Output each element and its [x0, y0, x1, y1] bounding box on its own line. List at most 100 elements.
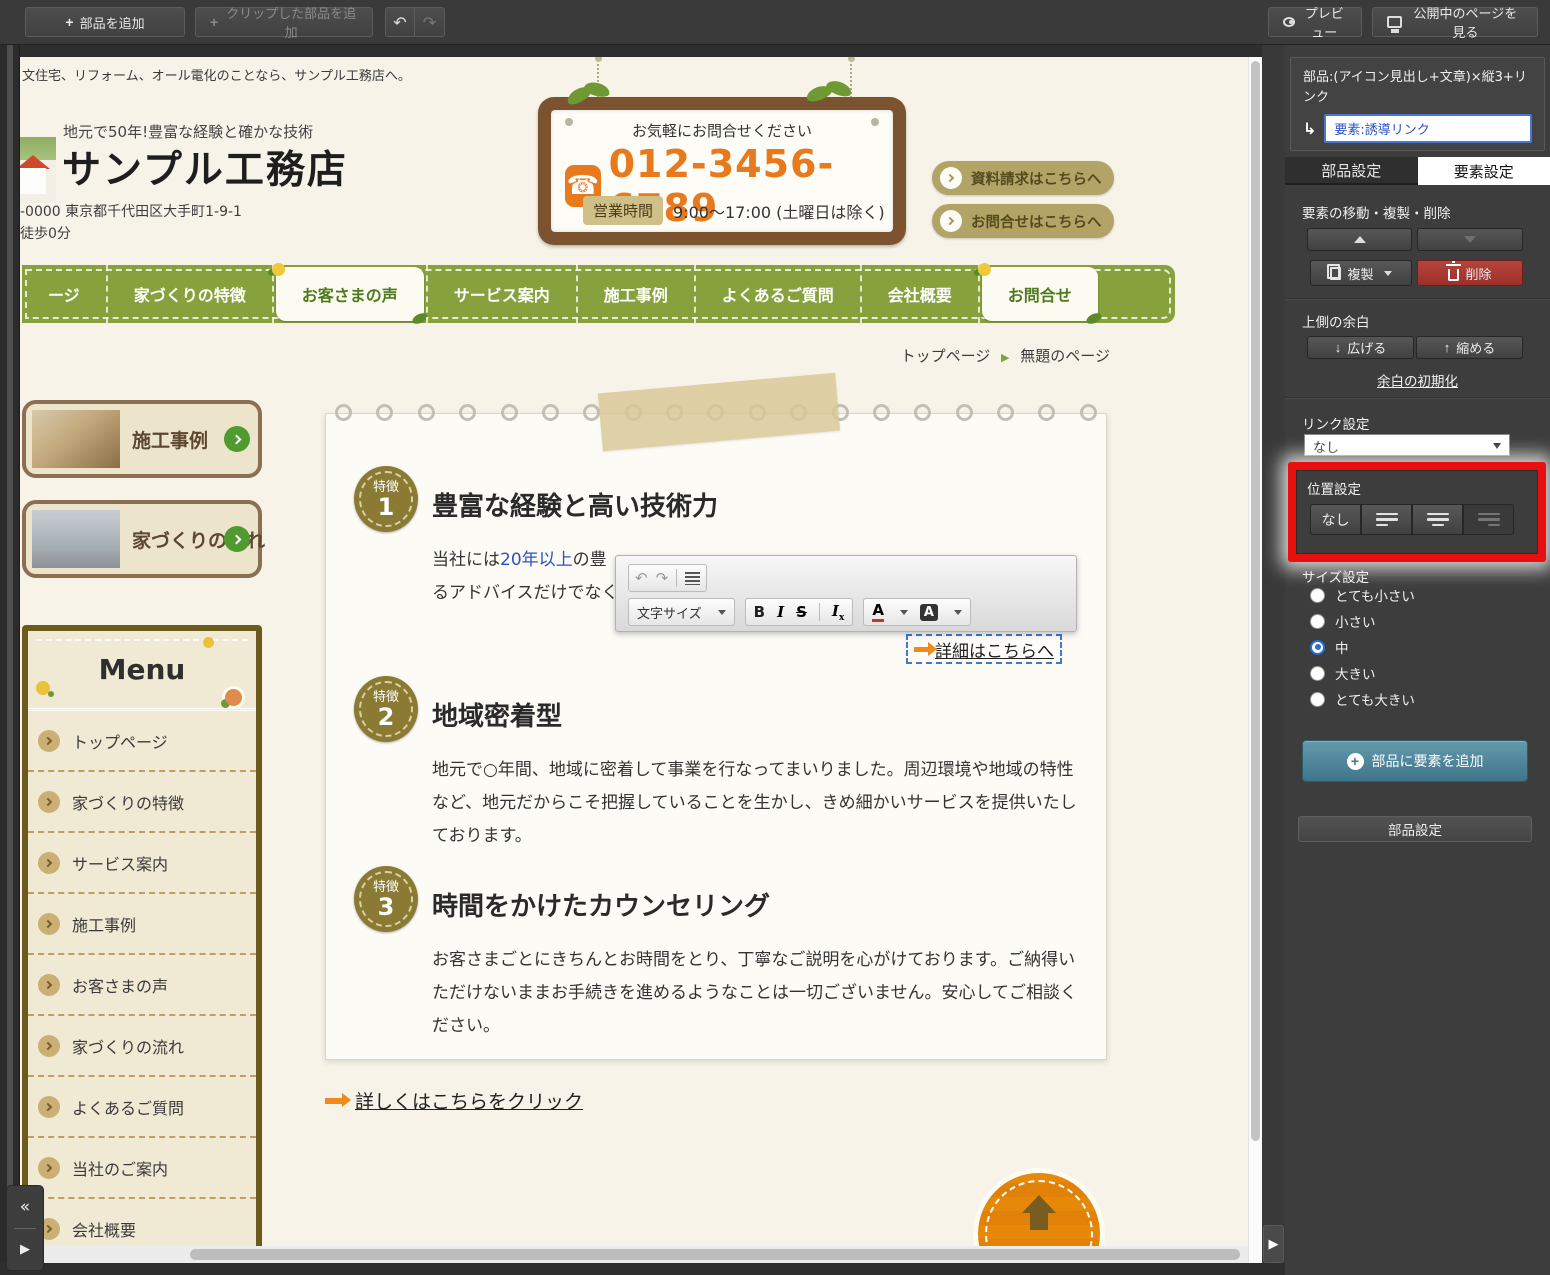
nav-item-company[interactable]: 会社概要: [862, 265, 980, 323]
site-name: サンプル工務店: [62, 139, 348, 195]
size-option-l[interactable]: 大きい: [1310, 663, 1376, 683]
add-part-button[interactable]: + 部品を追加: [25, 7, 185, 37]
leaf-icon: [1085, 311, 1103, 326]
breadcrumb-separator-icon: ▶: [995, 351, 1015, 364]
chevron-circle-icon: [38, 974, 60, 996]
selected-part-box: 部品:(アイコン見出し+文章)×縦3+リンク ↳ 要素:誘導リンク: [1290, 57, 1545, 151]
tab-part-settings[interactable]: 部品設定: [1285, 157, 1418, 185]
align-center-button[interactable]: [1412, 504, 1463, 535]
move-down-button[interactable]: [1417, 228, 1523, 251]
site-tagline: 文住宅、リフォーム、オール電化のことなら、サンプル工務店へ。: [22, 65, 411, 84]
menu-item-faq[interactable]: よくあるご質問: [28, 1077, 256, 1138]
menu-item-label: トップページ: [72, 729, 168, 753]
position-setting-highlight: 位置設定 なし: [1288, 462, 1546, 562]
align-right-button[interactable]: [1463, 504, 1514, 535]
nav-item-works[interactable]: 施工事例: [578, 265, 696, 323]
editor-undo-icon[interactable]: ↶: [635, 569, 648, 587]
plus-icon: +: [65, 14, 73, 30]
nav-item-faq[interactable]: よくあるご質問: [696, 265, 862, 323]
orange-arrow-icon: [325, 1098, 343, 1104]
contact-us-label: お問合せはこちらへ: [971, 211, 1102, 232]
canvas-right-edge: [1262, 45, 1285, 1275]
menu-item-flow[interactable]: 家づくりの流れ: [28, 1016, 256, 1077]
banner-flow[interactable]: 家づくりの流れ: [22, 500, 262, 578]
scroll-right-button[interactable]: ▶: [1263, 1225, 1284, 1263]
editor-redo-icon[interactable]: ↷: [656, 569, 669, 587]
move-up-button[interactable]: [1307, 228, 1412, 251]
size-option-s[interactable]: 小さい: [1310, 611, 1376, 631]
paragraph-format-icon[interactable]: [685, 572, 700, 585]
text-color-button[interactable]: A: [872, 602, 884, 622]
highlight-color-button[interactable]: A: [920, 604, 938, 621]
redo-icon[interactable]: ↷: [415, 7, 445, 37]
menu-item-about-us[interactable]: 当社のご案内: [28, 1138, 256, 1199]
nav-item-customer-voice[interactable]: お客さまの声: [276, 267, 424, 321]
request-docs-button[interactable]: 資料請求はこちらへ: [932, 161, 1114, 195]
delete-button[interactable]: 削除: [1417, 260, 1523, 286]
breadcrumb-home[interactable]: トップページ: [901, 347, 991, 365]
radio-icon: [1310, 588, 1325, 603]
size-option-m[interactable]: 中: [1310, 637, 1349, 657]
margin-reset-link[interactable]: 余白の初期化: [1285, 370, 1550, 390]
shrink-margin-button[interactable]: ↑ 縮める: [1416, 336, 1523, 359]
site-preview-canvas: 文住宅、リフォーム、オール電化のことなら、サンプル工務店へ。 地元で50年!豊富…: [20, 57, 1248, 1263]
remove-format-button[interactable]: Ix: [832, 602, 844, 623]
vertical-scrollbar[interactable]: [1248, 57, 1262, 1263]
contact-us-button[interactable]: お問合せはこちらへ: [932, 204, 1114, 238]
banner-works[interactable]: 施工事例: [22, 400, 262, 478]
collapse-sidebar-icon[interactable]: «: [7, 1186, 43, 1228]
settings-panel: 部品:(アイコン見出し+文章)×縦3+リンク ↳ 要素:誘導リンク 部品設定 要…: [1285, 45, 1550, 1275]
add-element-to-part-button[interactable]: + 部品に要素を追加: [1302, 740, 1528, 782]
feature-1-detail-link[interactable]: 詳細はこちらへ: [906, 634, 1062, 664]
position-none-button[interactable]: なし: [1310, 504, 1361, 535]
feature-1-inline-link[interactable]: 20年以上: [500, 550, 573, 570]
menu-item-label: お客さまの声: [72, 973, 168, 997]
editor-style-group: B I S Ix: [745, 598, 854, 626]
duplicate-button[interactable]: 複製: [1310, 260, 1412, 286]
part-settings-button[interactable]: 部品設定: [1298, 816, 1532, 842]
feature-notepad: 特徴 1 豊富な経験と高い技術力 当社には20年以上の豊 るアドバイスだけでなく…: [325, 413, 1107, 1060]
strikethrough-button[interactable]: S: [796, 603, 807, 621]
down-arrow-icon: ↓: [1335, 340, 1342, 355]
margin-section-title: 上側の余白: [1302, 311, 1370, 331]
horizontal-scrollbar-thumb[interactable]: [190, 1249, 1240, 1260]
sub-element-arrow-icon: ↳: [1303, 119, 1316, 138]
eye-icon: [1283, 17, 1295, 27]
menu-item-works[interactable]: 施工事例: [28, 894, 256, 955]
undo-icon[interactable]: ↶: [385, 7, 415, 37]
link-select[interactable]: なし: [1304, 434, 1510, 456]
link-select-value: なし: [1313, 441, 1339, 456]
expand-margin-button[interactable]: ↓ 広げる: [1307, 336, 1414, 359]
tab-element-settings[interactable]: 要素設定: [1418, 157, 1550, 185]
font-size-dropdown[interactable]: 文字サイズ: [628, 598, 735, 626]
italic-button[interactable]: I: [777, 603, 784, 621]
vertical-scrollbar-thumb[interactable]: [1251, 61, 1260, 1141]
align-left-button[interactable]: [1361, 504, 1412, 535]
bold-button[interactable]: B: [754, 603, 765, 621]
align-center-icon: [1427, 513, 1449, 527]
preview-button[interactable]: プレビュー: [1268, 7, 1362, 37]
size-option-xs[interactable]: とても小さい: [1310, 585, 1415, 605]
banner-works-label: 施工事例: [132, 426, 208, 453]
more-details-link[interactable]: 詳しくはこちらをクリック: [325, 1087, 583, 1114]
view-published-button[interactable]: 公開中のページを見る: [1372, 7, 1538, 37]
menu-item-services[interactable]: サービス案内: [28, 833, 256, 894]
up-arrow-icon: ↑: [1444, 340, 1451, 355]
add-clipped-part-button[interactable]: + クリップした部品を追加: [195, 7, 373, 37]
feature-2-body: 地元で○年間、地域に密着して事業を行なってまいりました。周辺環境や地域の特性など…: [432, 754, 1084, 853]
nav-item-features[interactable]: 家づくりの特徴: [108, 265, 274, 323]
nav-item-services[interactable]: サービス案内: [426, 265, 578, 323]
horizontal-scrollbar[interactable]: [20, 1246, 1248, 1263]
size-option-xl[interactable]: とても大きい: [1310, 689, 1415, 709]
up-triangle-icon: [1354, 236, 1366, 243]
nav-item-top-page[interactable]: ージ: [22, 265, 108, 323]
menu-item-top-page[interactable]: トップページ: [28, 711, 256, 772]
copy-icon: [1330, 267, 1341, 280]
menu-item-customer-voice[interactable]: お客さまの声: [28, 955, 256, 1016]
add-clipped-part-label: クリップした部品を追加: [224, 3, 358, 41]
size-option-label: 中: [1335, 637, 1349, 657]
nav-item-contact[interactable]: お問合せ: [982, 267, 1098, 321]
play-icon[interactable]: ▶: [7, 1228, 43, 1270]
menu-item-features[interactable]: 家づくりの特徴: [28, 772, 256, 833]
banner-flow-thumbnail: [32, 510, 120, 568]
